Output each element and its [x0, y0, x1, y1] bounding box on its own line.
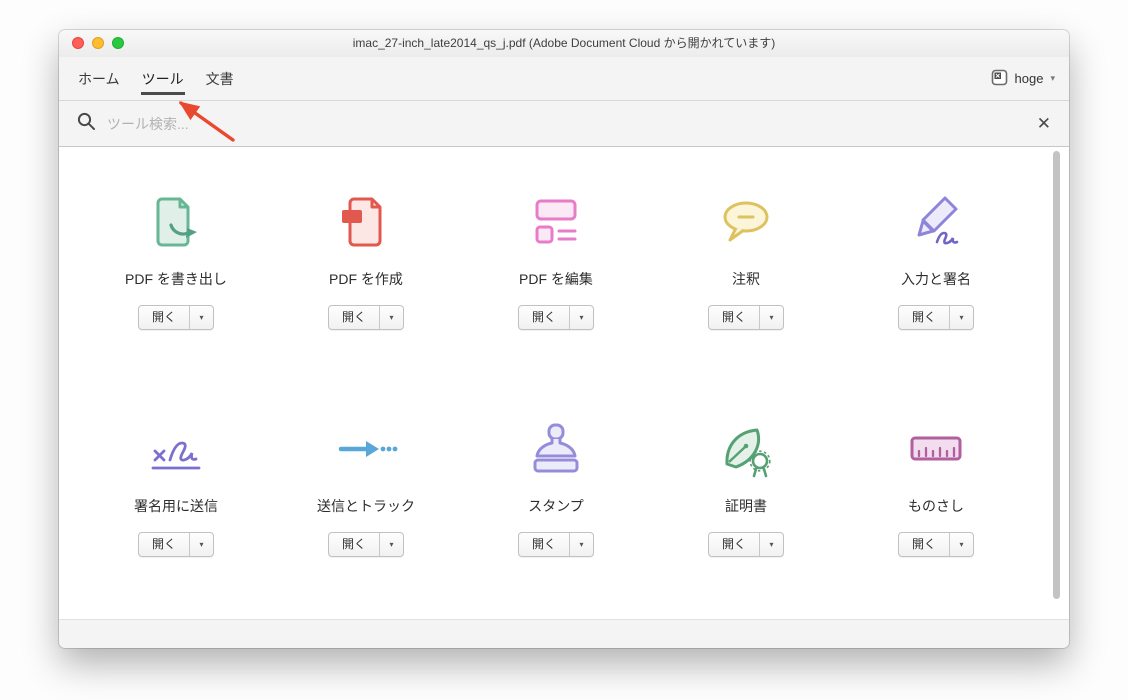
tool-label: 署名用に送信	[134, 498, 218, 514]
open-dropdown-button[interactable]: ▾	[759, 533, 783, 556]
minimize-window-button[interactable]	[92, 37, 104, 49]
tab-document-label: 文書	[205, 70, 234, 87]
tool-label: 送信とトラック	[317, 498, 415, 514]
open-button-group: 開く ▾	[137, 532, 214, 557]
tool-card: ものさし 開く ▾	[841, 408, 1031, 557]
tool-card: 証明書 開く ▾	[651, 408, 841, 557]
open-button[interactable]: 開く	[329, 306, 379, 329]
tool-label: 入力と署名	[901, 271, 971, 287]
chevron-down-icon: ▾	[579, 540, 584, 549]
tab-home-label: ホーム	[78, 70, 120, 87]
open-button-group: 開く ▾	[517, 532, 594, 557]
open-dropdown-button[interactable]: ▾	[949, 306, 973, 329]
window-title: imac_27-inch_late2014_qs_j.pdf (Adobe Do…	[352, 36, 776, 50]
open-button[interactable]: 開く	[329, 533, 379, 556]
send-and-track-icon[interactable]	[334, 408, 398, 490]
scrollbar-thumb[interactable]	[1053, 151, 1060, 600]
tool-label: ものさし	[908, 498, 964, 514]
tool-card: PDF を書き出し 開く ▾	[81, 181, 271, 330]
open-button-group: 開く ▾	[707, 532, 784, 557]
tool-label: PDF を編集	[519, 271, 593, 287]
fill-and-sign-icon[interactable]	[904, 181, 968, 263]
open-button-group: 開く ▾	[327, 305, 404, 330]
chevron-down-icon: ▾	[1050, 73, 1055, 83]
open-button[interactable]: 開く	[899, 533, 949, 556]
open-button-group: 開く ▾	[707, 305, 784, 330]
close-window-button[interactable]	[72, 37, 84, 49]
tool-card: PDF を編集 開く ▾	[461, 181, 651, 330]
open-dropdown-button[interactable]: ▾	[759, 306, 783, 329]
search-icon	[77, 112, 96, 136]
chevron-down-icon: ▾	[389, 540, 394, 549]
edit-pdf-icon[interactable]	[524, 181, 588, 263]
stamp-icon[interactable]	[524, 408, 588, 490]
open-dropdown-button[interactable]: ▾	[569, 533, 593, 556]
tool-card: 送信とトラック 開く ▾	[271, 408, 461, 557]
account-menu[interactable]: hoge ▾	[991, 57, 1055, 100]
search-input[interactable]	[107, 115, 1026, 132]
tab-home[interactable]: ホーム	[67, 57, 131, 100]
open-dropdown-button[interactable]: ▾	[379, 306, 403, 329]
account-name: hoge	[1014, 71, 1044, 86]
open-button[interactable]: 開く	[709, 533, 759, 556]
open-dropdown-button[interactable]: ▾	[189, 533, 213, 556]
tool-label: PDF を書き出し	[125, 271, 227, 287]
open-button[interactable]: 開く	[519, 533, 569, 556]
tool-search-bar: ✕	[59, 101, 1069, 147]
send-for-signature-icon[interactable]	[144, 408, 208, 490]
open-dropdown-button[interactable]: ▾	[189, 306, 213, 329]
chevron-down-icon: ▾	[199, 313, 204, 322]
tool-label: PDF を作成	[329, 271, 403, 287]
open-button[interactable]: 開く	[139, 306, 189, 329]
open-button[interactable]: 開く	[899, 306, 949, 329]
open-button-group: 開く ▾	[517, 305, 594, 330]
app-window: imac_27-inch_late2014_qs_j.pdf (Adobe Do…	[59, 30, 1069, 648]
open-dropdown-button[interactable]: ▾	[569, 306, 593, 329]
open-dropdown-button[interactable]: ▾	[949, 533, 973, 556]
zoom-window-button[interactable]	[112, 37, 124, 49]
tab-tools-label: ツール	[141, 70, 184, 87]
account-app-icon	[991, 69, 1008, 89]
open-dropdown-button[interactable]: ▾	[379, 533, 403, 556]
tab-document[interactable]: 文書	[195, 57, 245, 100]
chevron-down-icon: ▾	[769, 313, 774, 322]
tab-bar: ホーム ツール 文書 hoge ▾	[59, 57, 1069, 101]
tab-tools[interactable]: ツール	[131, 57, 195, 100]
export-pdf-icon[interactable]	[144, 181, 208, 263]
tools-grid: PDF を書き出し 開く ▾ PDF を作成 開く ▾ PDF を編集 開く ▾…	[59, 147, 1069, 557]
measure-icon[interactable]	[904, 408, 968, 490]
tool-label: スタンプ	[528, 498, 584, 514]
open-button-group: 開く ▾	[897, 532, 974, 557]
close-icon[interactable]: ✕	[1037, 115, 1051, 132]
tool-label: 証明書	[725, 498, 767, 514]
tool-card: 注釈 開く ▾	[651, 181, 841, 330]
vertical-scrollbar	[1053, 151, 1060, 613]
open-button[interactable]: 開く	[519, 306, 569, 329]
chevron-down-icon: ▾	[959, 313, 964, 322]
chevron-down-icon: ▾	[579, 313, 584, 322]
tool-card: 入力と署名 開く ▾	[841, 181, 1031, 330]
tool-label: 注釈	[732, 271, 760, 287]
tools-panel: PDF を書き出し 開く ▾ PDF を作成 開く ▾ PDF を編集 開く ▾…	[59, 147, 1069, 620]
open-button[interactable]: 開く	[709, 306, 759, 329]
chevron-down-icon: ▾	[769, 540, 774, 549]
tool-card: スタンプ 開く ▾	[461, 408, 651, 557]
chevron-down-icon: ▾	[389, 313, 394, 322]
chevron-down-icon: ▾	[959, 540, 964, 549]
chevron-down-icon: ▾	[199, 540, 204, 549]
create-pdf-icon[interactable]	[334, 181, 398, 263]
tool-card: 署名用に送信 開く ▾	[81, 408, 271, 557]
window-controls	[72, 37, 124, 49]
open-button[interactable]: 開く	[139, 533, 189, 556]
comment-icon[interactable]	[714, 181, 778, 263]
open-button-group: 開く ▾	[137, 305, 214, 330]
tool-card: PDF を作成 開く ▾	[271, 181, 461, 330]
certificate-icon[interactable]	[714, 408, 778, 490]
title-bar: imac_27-inch_late2014_qs_j.pdf (Adobe Do…	[59, 30, 1069, 57]
open-button-group: 開く ▾	[327, 532, 404, 557]
open-button-group: 開く ▾	[897, 305, 974, 330]
